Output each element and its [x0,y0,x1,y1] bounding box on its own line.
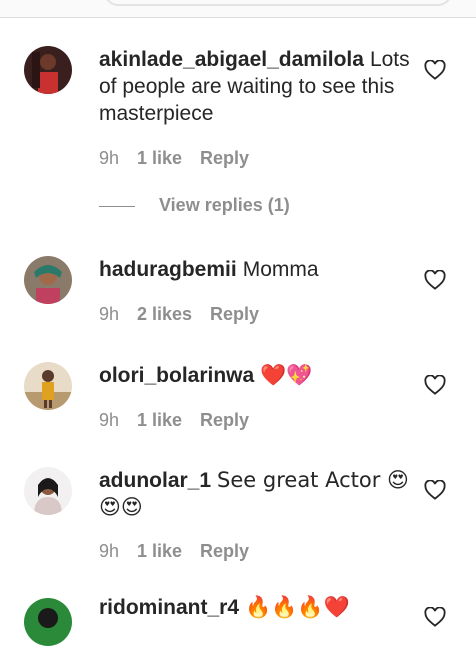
reply-button[interactable]: Reply [200,541,249,562]
avatar[interactable] [24,598,72,646]
reply-button[interactable]: Reply [200,148,249,169]
heart-outline-icon[interactable] [424,375,446,395]
comment-username[interactable]: haduragbemii [99,258,237,281]
divider-line [99,205,135,207]
comment-time: 9h [99,541,120,561]
comment-time: 9h [99,410,120,430]
comment-username[interactable]: olori_bolarinwa [99,364,254,387]
reply-button[interactable]: Reply [210,304,259,325]
comment-username[interactable]: ridominant_r4 [99,596,239,619]
comment-likes[interactable]: 1 like [137,148,182,169]
avatar[interactable] [24,362,72,410]
heart-outline-icon[interactable] [424,607,446,627]
top-bar [0,0,476,18]
view-replies-button[interactable]: View replies (1) [99,195,290,216]
avatar[interactable] [24,467,72,515]
comment-likes[interactable]: 1 like [137,541,182,562]
comment-likes[interactable]: 2 likes [137,304,192,325]
view-replies-label: View replies (1) [159,195,290,215]
comment-time: 9h [99,304,120,324]
heart-outline-icon[interactable] [424,480,446,500]
comment-input-pill[interactable] [104,0,452,6]
heart-outline-icon[interactable] [424,270,446,290]
comment-username[interactable]: adunolar_1 [99,469,211,492]
comment-username[interactable]: akinlade_abigael_damilola [99,48,364,71]
heart-outline-icon[interactable] [424,60,446,80]
avatar[interactable] [24,256,72,304]
avatar[interactable] [24,46,72,94]
comment-text: ❤️💖 [260,363,313,387]
comment-text: 🔥🔥🔥❤️ [245,595,350,619]
comment-text: Momma [242,258,319,281]
comment-time: 9h [99,148,120,168]
comment-likes[interactable]: 1 like [137,410,182,431]
reply-button[interactable]: Reply [200,410,249,431]
